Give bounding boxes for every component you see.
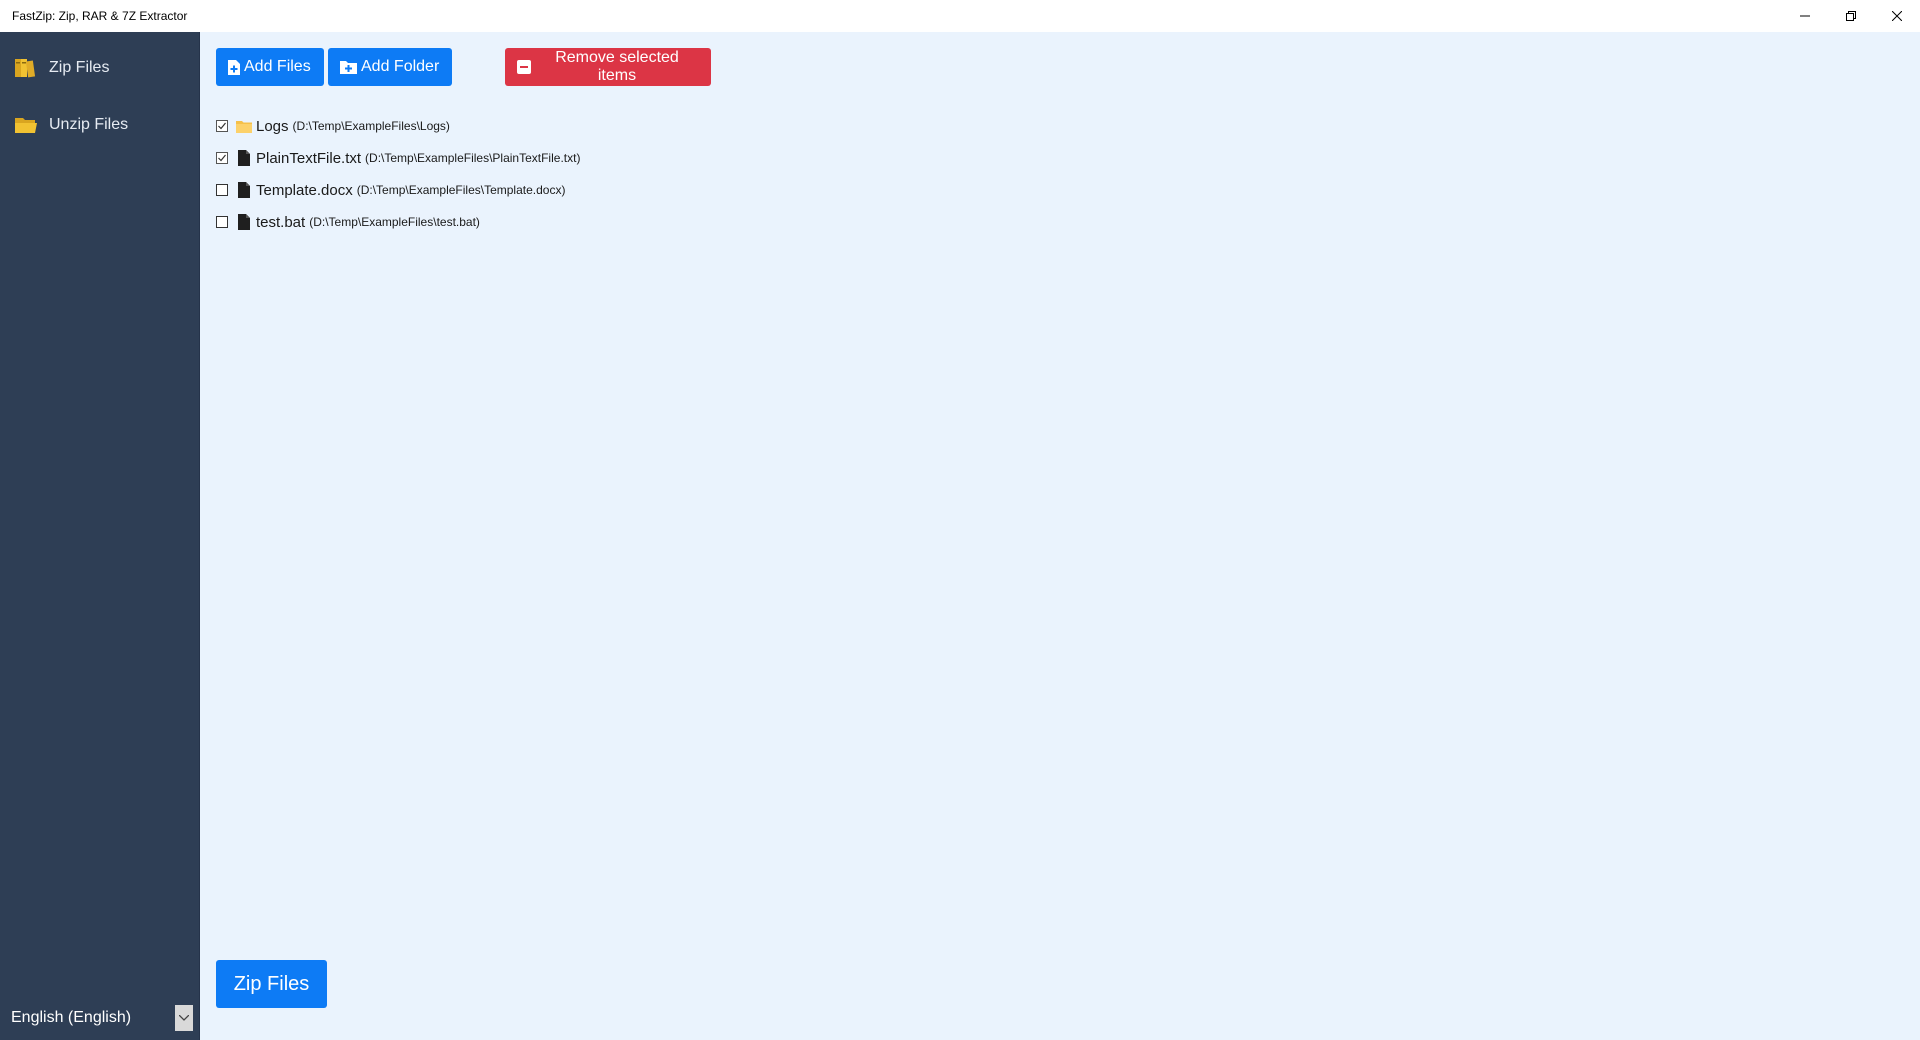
sidebar-item-unzip-files[interactable]: Unzip Files (0, 103, 199, 147)
restore-button[interactable] (1828, 0, 1874, 32)
item-path: (D:\Temp\ExampleFiles\test.bat) (309, 215, 480, 229)
app-window: FastZip: Zip, RAR & 7Z Extractor Zip Fil… (0, 0, 1920, 1040)
sidebar-item-label: Unzip Files (49, 116, 129, 133)
main-content: Add Files Add Folder Remove selected ite… (200, 32, 1920, 1040)
item-checkbox[interactable] (216, 216, 228, 228)
language-select[interactable]: English (English) (0, 996, 200, 1040)
checkmark-icon (218, 122, 226, 130)
close-icon (1892, 11, 1902, 21)
item-name: test.bat (256, 213, 306, 231)
item-checkbox[interactable] (216, 152, 228, 164)
restore-icon (1846, 11, 1856, 21)
folder-icon (236, 118, 252, 134)
item-name: Logs (256, 117, 289, 135)
list-item[interactable]: Logs (D:\Temp\ExampleFiles\Logs) (216, 110, 580, 142)
item-path: (D:\Temp\ExampleFiles\Template.docx) (356, 183, 566, 197)
folder-plus-icon (340, 60, 357, 74)
remove-selected-label: Remove selected items (555, 49, 679, 84)
zip-files-button[interactable]: Zip Files (216, 960, 327, 1008)
close-button[interactable] (1874, 0, 1920, 32)
minimize-button[interactable] (1782, 0, 1828, 32)
toolbar: Add Files Add Folder Remove selected ite… (216, 48, 711, 86)
window-title: FastZip: Zip, RAR & 7Z Extractor (12, 9, 188, 23)
item-checkbox[interactable] (216, 120, 228, 132)
list-item[interactable]: Template.docx (D:\Temp\ExampleFiles\Temp… (216, 174, 580, 206)
sidebar: Zip Files Unzip Files English (English) (0, 32, 200, 1040)
item-name: Template.docx (256, 181, 353, 199)
file-icon (236, 150, 252, 166)
add-folder-label: Add Folder (361, 58, 440, 75)
file-list: Logs (D:\Temp\ExampleFiles\Logs) PlainTe… (216, 110, 580, 238)
file-plus-icon (228, 59, 240, 75)
file-icon (236, 214, 252, 230)
add-folder-button[interactable]: Add Folder (328, 48, 452, 86)
item-checkbox[interactable] (216, 184, 228, 196)
sidebar-item-zip-files[interactable]: Zip Files (0, 46, 199, 90)
title-bar: FastZip: Zip, RAR & 7Z Extractor (0, 0, 1920, 32)
list-item[interactable]: test.bat (D:\Temp\ExampleFiles\test.bat) (216, 206, 580, 238)
sidebar-item-label: Zip Files (49, 59, 110, 76)
item-path: (D:\Temp\ExampleFiles\PlainTextFile.txt) (365, 151, 581, 165)
chevron-down-icon[interactable] (175, 1005, 193, 1031)
file-icon (236, 182, 252, 198)
open-folder-icon (14, 113, 38, 137)
language-selected-value: English (English) (11, 1009, 132, 1026)
checkmark-icon (218, 154, 226, 162)
item-path: (D:\Temp\ExampleFiles\Logs) (292, 119, 450, 133)
remove-selected-button[interactable]: Remove selected items (505, 48, 711, 86)
minimize-icon (1800, 15, 1810, 17)
list-item[interactable]: PlainTextFile.txt (D:\Temp\ExampleFiles\… (216, 142, 580, 174)
minus-square-icon (517, 60, 531, 74)
item-name: PlainTextFile.txt (256, 149, 362, 167)
archive-books-icon (14, 56, 38, 80)
add-files-button[interactable]: Add Files (216, 48, 324, 86)
add-files-label: Add Files (244, 58, 311, 75)
